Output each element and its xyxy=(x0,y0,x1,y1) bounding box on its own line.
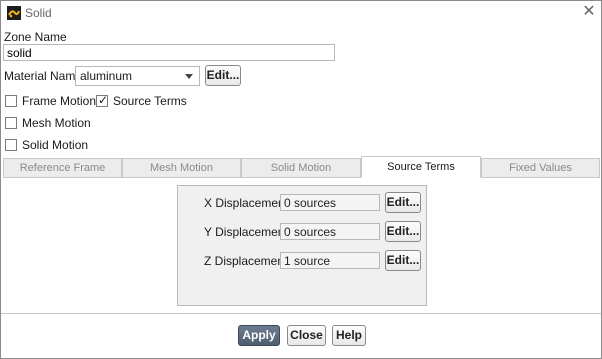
tab-source-terms[interactable]: Source Terms xyxy=(361,156,481,178)
chevron-down-icon xyxy=(185,74,193,79)
y-displacement-edit-button[interactable]: Edit... xyxy=(385,221,421,242)
x-displacement-edit-button[interactable]: Edit... xyxy=(385,192,421,213)
zone-name-input[interactable] xyxy=(3,44,335,61)
close-icon[interactable]: ✕ xyxy=(581,4,597,20)
zone-name-label: Zone Name xyxy=(4,30,67,44)
material-edit-button[interactable]: Edit... xyxy=(205,65,241,86)
solid-motion-checkbox[interactable] xyxy=(5,139,17,151)
checkmark-icon: ✓ xyxy=(98,93,109,107)
title-bar: Solid ✕ xyxy=(1,1,601,25)
tab-reference-frame[interactable]: Reference Frame xyxy=(3,158,122,178)
frame-motion-label: Frame Motion xyxy=(22,94,97,108)
frame-motion-checkbox[interactable] xyxy=(5,95,17,107)
mesh-motion-checkbox[interactable] xyxy=(5,117,17,129)
close-button[interactable]: Close xyxy=(287,325,326,346)
material-select[interactable]: aluminum xyxy=(75,66,200,86)
x-displacement-value: 0 sources xyxy=(280,194,380,211)
tab-solid-motion[interactable]: Solid Motion xyxy=(241,158,361,178)
mesh-motion-label: Mesh Motion xyxy=(22,116,91,130)
z-displacement-label: Z Displacement xyxy=(204,254,288,268)
footer-divider xyxy=(1,313,601,314)
tab-fixed-values[interactable]: Fixed Values xyxy=(481,158,600,178)
material-select-value: aluminum xyxy=(80,69,133,83)
source-terms-panel: X Displacement 0 sources Edit... Y Displ… xyxy=(177,185,427,306)
x-displacement-label: X Displacement xyxy=(204,196,289,210)
window-title: Solid xyxy=(25,6,52,20)
tab-mesh-motion[interactable]: Mesh Motion xyxy=(122,158,241,178)
source-terms-checkbox[interactable]: ✓ xyxy=(96,93,109,107)
z-displacement-value: 1 source xyxy=(280,252,380,269)
help-button[interactable]: Help xyxy=(332,325,366,346)
z-displacement-edit-button[interactable]: Edit... xyxy=(385,250,421,271)
solid-motion-label: Solid Motion xyxy=(22,138,89,152)
source-terms-label: Source Terms xyxy=(113,94,187,108)
tab-strip: Reference Frame Mesh Motion Solid Motion… xyxy=(3,156,600,178)
app-logo-icon xyxy=(7,6,21,20)
material-name-label: Material Name xyxy=(4,69,83,83)
y-displacement-label: Y Displacement xyxy=(204,225,288,239)
solid-dialog: Solid ✕ Zone Name Material Name aluminum… xyxy=(0,0,602,359)
apply-button[interactable]: Apply xyxy=(238,325,280,346)
y-displacement-value: 0 sources xyxy=(280,223,380,240)
